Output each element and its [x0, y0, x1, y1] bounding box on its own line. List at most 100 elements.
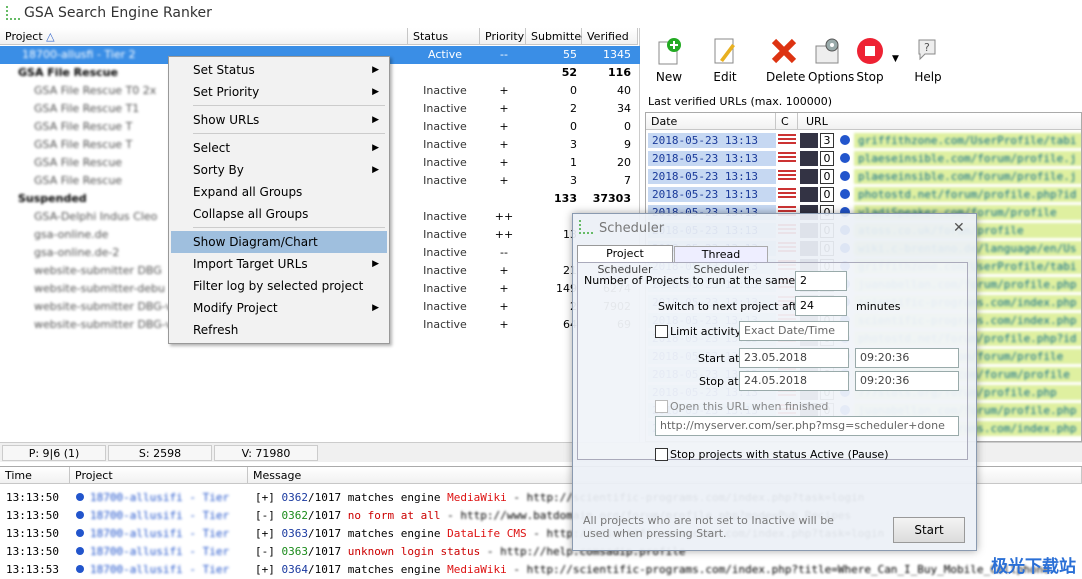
- limit-activity-mode-select[interactable]: Exact Date/Time: [739, 321, 849, 341]
- menu-item-expand-all-groups[interactable]: Expand all Groups: [171, 181, 387, 203]
- log-time: 13:13:50: [6, 545, 59, 558]
- project-status: Inactive: [423, 228, 467, 241]
- stop-projects-label: Stop projects with status Active (Pause): [670, 448, 889, 461]
- menu-item-collapse-all-groups[interactable]: Collapse all Groups: [171, 203, 387, 225]
- url-count: 0: [820, 151, 834, 166]
- title-bar: GSA Search Engine Ranker: [0, 0, 1082, 28]
- column-header-time[interactable]: Time: [0, 467, 70, 484]
- stop-dropdown-arrow[interactable]: ▼: [892, 54, 899, 64]
- menu-item-sorty-by[interactable]: Sorty By ▶: [171, 159, 387, 181]
- flag-icon: [778, 152, 796, 164]
- project-status: [410, 64, 480, 82]
- globe-icon: [76, 493, 84, 501]
- stop-projects-checkbox[interactable]: [655, 448, 668, 461]
- engine-icon: [800, 187, 818, 202]
- globe-icon: [840, 171, 850, 181]
- stop-time-input[interactable]: 09:20:36: [855, 371, 959, 391]
- help-button[interactable]: ? Help: [910, 36, 946, 88]
- column-header-status[interactable]: Status: [408, 28, 480, 45]
- project-priority: +: [499, 120, 509, 133]
- menu-item-set-status[interactable]: Set Status ▶: [171, 59, 387, 81]
- log-time: 13:13:50: [6, 491, 59, 504]
- limit-activity-checkbox[interactable]: [655, 325, 668, 338]
- project-submitted: 1: [570, 156, 577, 169]
- log-time: 13:13:50: [6, 509, 59, 522]
- project-status: Inactive: [423, 318, 467, 331]
- delete-button[interactable]: Delete: [766, 36, 805, 88]
- start-date-picker[interactable]: 23.05.2018: [739, 348, 849, 368]
- menu-item-refresh[interactable]: Refresh: [171, 319, 387, 341]
- options-button[interactable]: Options: [808, 36, 854, 88]
- start-time-input[interactable]: 09:20:36: [855, 348, 959, 368]
- project-verified: 20: [617, 156, 631, 169]
- num-projects-input[interactable]: 2: [795, 271, 847, 291]
- project-verified: 34: [617, 102, 631, 115]
- new-button[interactable]: New: [648, 36, 690, 88]
- project-priority: [482, 64, 526, 82]
- column-header-log-project[interactable]: Project: [70, 467, 248, 484]
- project-status: Inactive: [423, 300, 467, 313]
- open-url-checkbox[interactable]: [655, 400, 668, 413]
- menu-item-select[interactable]: Select ▶: [171, 137, 387, 159]
- url-row[interactable]: 2018-05-23 13:13 0 photostd.net/forum/prof…: [646, 185, 1081, 203]
- flag-icon: [778, 170, 796, 182]
- project-priority: [482, 190, 526, 208]
- close-icon[interactable]: ✕: [953, 220, 965, 236]
- menu-separator: [193, 227, 385, 228]
- stop-icon: [855, 36, 885, 66]
- tab-thread-scheduler[interactable]: Thread Scheduler: [674, 246, 768, 276]
- project-status: Inactive: [423, 210, 467, 223]
- column-header-date[interactable]: Date: [646, 113, 776, 130]
- switch-label: Switch to next project after: [658, 300, 808, 313]
- column-header-verified[interactable]: Verified: [582, 28, 638, 45]
- status-submitted: S: 2598: [108, 445, 212, 461]
- project-submitted: 52: [561, 66, 577, 79]
- scheduler-note: All projects who are not set to Inactive…: [583, 514, 834, 540]
- scheduler-dialog: Scheduler ✕ Project Scheduler Thread Sch…: [572, 213, 977, 551]
- menu-item-set-priority[interactable]: Set Priority ▶: [171, 81, 387, 103]
- project-priority: +: [499, 264, 509, 277]
- project-submitted: 55: [563, 48, 577, 61]
- project-priority: ++: [494, 210, 514, 223]
- url-row[interactable]: 2018-05-23 13:13 3 griffithzone.com/UserPr…: [646, 131, 1081, 149]
- project-priority: +: [499, 138, 509, 151]
- limit-activity-label: Limit activity: [670, 325, 742, 338]
- url-count: 3: [820, 133, 834, 148]
- project-priority: +: [499, 318, 509, 331]
- column-header-project[interactable]: Project △: [0, 28, 408, 45]
- url-count: 0: [820, 187, 834, 202]
- project-status: [410, 190, 480, 208]
- stop-date-picker[interactable]: 24.05.2018: [739, 371, 849, 391]
- menu-item-show-urls[interactable]: Show URLs ▶: [171, 109, 387, 131]
- globe-icon: [840, 153, 850, 163]
- globe-icon: [76, 529, 84, 537]
- switch-minutes-input[interactable]: 24: [795, 296, 847, 316]
- stop-button[interactable]: Stop: [854, 36, 886, 88]
- url-date: 2018-05-23 13:13: [648, 187, 776, 202]
- column-header-priority[interactable]: Priority: [480, 28, 526, 45]
- start-button[interactable]: Start: [893, 517, 965, 543]
- menu-item-modify-project[interactable]: Modify Project ▶: [171, 297, 387, 319]
- project-priority: +: [499, 300, 509, 313]
- column-header-url[interactable]: URL: [798, 113, 1081, 130]
- log-message: [+] 0364/1017 matches engine MediaWiki -…: [255, 563, 1050, 576]
- project-priority: +: [499, 84, 509, 97]
- url-text: plaeseinsible.com/forum/profile.j: [854, 169, 1081, 184]
- open-url-input[interactable]: http://myserver.com/ser.php?msg=schedule…: [655, 416, 959, 436]
- edit-button[interactable]: Edit: [710, 36, 740, 88]
- url-row[interactable]: 2018-05-23 13:13 0 plaeseinsible.com/forum…: [646, 149, 1081, 167]
- column-header-submitted[interactable]: Submitted: [526, 28, 588, 45]
- menu-item-show-diagram-chart[interactable]: Show Diagram/Chart: [171, 231, 387, 253]
- window-title: GSA Search Engine Ranker: [24, 5, 212, 21]
- engine-icon: [800, 133, 818, 148]
- stop-at-label: Stop at: [699, 375, 739, 388]
- url-row[interactable]: 2018-05-23 13:13 0 plaeseinsible.com/forum…: [646, 167, 1081, 185]
- menu-item-import-target-urls[interactable]: Import Target URLs ▶: [171, 253, 387, 275]
- project-status: Active: [427, 48, 463, 61]
- log-row[interactable]: 13:13:53 18700-allusifi - Tier [+] 0364/10…: [0, 561, 1082, 579]
- project-status: Inactive: [423, 282, 467, 295]
- tab-project-scheduler[interactable]: Project Scheduler: [577, 245, 673, 276]
- menu-item-filter-log-by-selected-project[interactable]: Filter log by selected project: [171, 275, 387, 297]
- column-header-c[interactable]: C: [776, 113, 798, 130]
- context-menu: Set Status ▶ Set Priority ▶ Show URLs ▶ Select…: [168, 56, 390, 344]
